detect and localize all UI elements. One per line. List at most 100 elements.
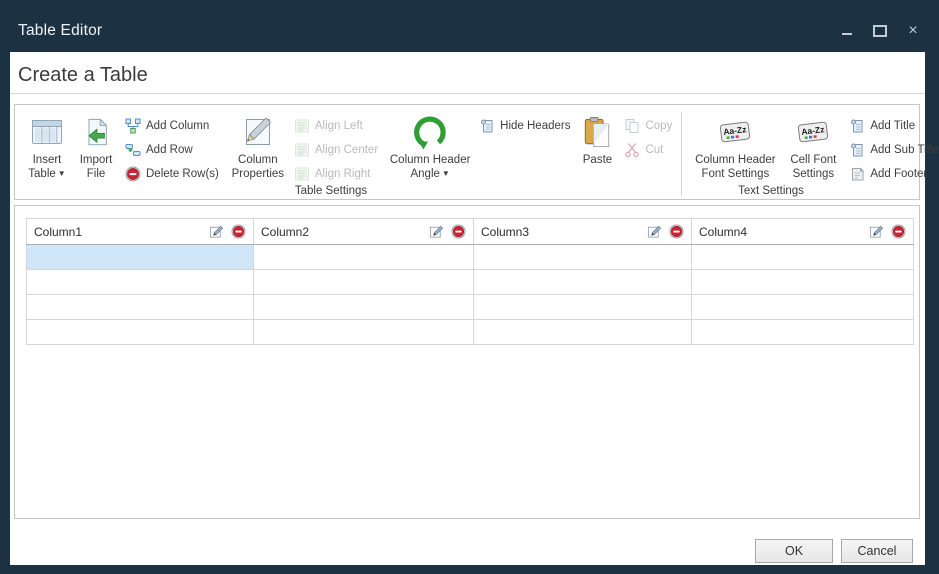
header-separator <box>10 93 925 94</box>
table-cell[interactable] <box>254 320 474 345</box>
column-header-angle-icon <box>413 110 447 154</box>
dropdown-arrow-icon: ▼ <box>442 169 450 178</box>
close-button[interactable]: × <box>903 22 923 40</box>
hide-headers-icon <box>479 118 495 134</box>
align-right-button: Align Right <box>294 162 378 186</box>
window-title: Table Editor <box>18 22 102 40</box>
column-name: Column1 <box>34 225 209 239</box>
maximize-icon <box>873 25 887 37</box>
column-name: Column3 <box>481 225 647 239</box>
copy-button: Copy <box>624 114 672 138</box>
dialog-content: Create a Table Insert Table▼ Import File <box>10 52 925 565</box>
table-row <box>27 270 914 295</box>
align-left-icon <box>294 118 310 134</box>
table-panel: Column1 Column2 Column3 Column4 <box>14 205 920 519</box>
remove-column-icon[interactable] <box>891 224 906 239</box>
column-name: Column2 <box>261 225 429 239</box>
table-cell[interactable] <box>254 270 474 295</box>
table-cell-selected[interactable] <box>27 245 254 270</box>
window-controls: × <box>837 22 923 40</box>
add-sub-title-icon <box>849 142 865 158</box>
group-label-text-settings: Text Settings <box>738 185 804 197</box>
add-title-button[interactable]: Add Title <box>849 114 938 138</box>
table-cell[interactable] <box>27 295 254 320</box>
table-cell[interactable] <box>474 295 692 320</box>
maximize-button[interactable] <box>870 22 890 40</box>
ok-button[interactable]: OK <box>755 539 833 563</box>
table-row <box>27 295 914 320</box>
table-cell[interactable] <box>474 245 692 270</box>
add-footer-button[interactable]: Add Footer <box>849 162 938 186</box>
column-header-font-settings-icon <box>718 110 752 154</box>
column-header-font-settings-button[interactable]: Column Header Font Settings <box>691 110 779 186</box>
editable-table: Column1 Column2 Column3 Column4 <box>26 218 914 345</box>
toolbar: Insert Table▼ Import File Add Column A <box>14 104 920 200</box>
paste-icon <box>582 110 612 154</box>
table-cell[interactable] <box>27 270 254 295</box>
table-cell[interactable] <box>692 245 914 270</box>
insert-table-button[interactable]: Insert Table▼ <box>25 110 69 186</box>
add-footer-icon <box>849 166 865 182</box>
add-column-button[interactable]: Add Column <box>125 114 219 138</box>
title-actions-group: Add Title Add Sub Title Add Footer <box>849 110 938 186</box>
import-file-button[interactable]: Import File <box>75 110 117 186</box>
remove-column-icon[interactable] <box>451 224 466 239</box>
align-center-icon <box>294 142 310 158</box>
table-cell[interactable] <box>254 245 474 270</box>
table-row <box>27 320 914 345</box>
edit-column-icon[interactable] <box>869 224 884 239</box>
dropdown-arrow-icon: ▼ <box>58 169 66 178</box>
hide-headers-button[interactable]: Hide Headers <box>479 114 570 138</box>
cell-font-settings-icon <box>796 110 830 154</box>
column-header[interactable]: Column2 <box>254 219 474 245</box>
headers-group: Hide Headers <box>479 110 570 138</box>
column-name: Column4 <box>699 225 869 239</box>
cell-font-settings-button[interactable]: Cell Font Settings <box>783 110 843 186</box>
delete-rows-button[interactable]: Delete Row(s) <box>125 162 219 186</box>
column-header[interactable]: Column4 <box>692 219 914 245</box>
column-properties-icon <box>241 110 275 154</box>
add-title-icon <box>849 118 865 134</box>
table-header-row: Column1 Column2 Column3 Column4 <box>27 219 914 245</box>
table-row <box>27 245 914 270</box>
edit-column-icon[interactable] <box>429 224 444 239</box>
minimize-icon <box>842 33 852 35</box>
import-file-icon <box>81 110 111 154</box>
table-cell[interactable] <box>692 295 914 320</box>
group-label-table-settings: Table Settings <box>295 185 367 197</box>
delete-rows-icon <box>125 166 141 182</box>
page-title: Create a Table <box>18 64 148 87</box>
clipboard-actions-group: Copy Cut <box>624 110 672 162</box>
add-column-icon <box>125 118 141 134</box>
table-cell[interactable] <box>254 295 474 320</box>
copy-icon <box>624 118 640 134</box>
column-header-angle-button[interactable]: Column Header Angle▼ <box>385 110 475 186</box>
close-icon: × <box>908 23 917 39</box>
cancel-button[interactable]: Cancel <box>841 539 913 563</box>
table-cell[interactable] <box>692 320 914 345</box>
remove-column-icon[interactable] <box>669 224 684 239</box>
table-editor-window: Table Editor × Create a Table Insert Tab… <box>0 0 939 574</box>
table-cell[interactable] <box>27 320 254 345</box>
table-cell[interactable] <box>692 270 914 295</box>
align-right-icon <box>294 166 310 182</box>
edit-column-icon[interactable] <box>647 224 662 239</box>
table-cell[interactable] <box>474 270 692 295</box>
titlebar[interactable]: Table Editor × <box>0 0 939 52</box>
cut-button: Cut <box>624 138 672 162</box>
add-row-icon <box>125 142 141 158</box>
align-left-button: Align Left <box>294 114 378 138</box>
edit-column-icon[interactable] <box>209 224 224 239</box>
insert-table-icon <box>29 110 65 154</box>
column-header[interactable]: Column1 <box>27 219 254 245</box>
paste-button[interactable]: Paste <box>576 110 618 186</box>
cut-icon <box>624 142 640 158</box>
table-cell[interactable] <box>474 320 692 345</box>
add-sub-title-button[interactable]: Add Sub Title <box>849 138 938 162</box>
column-properties-button[interactable]: Column Properties <box>227 110 289 186</box>
align-center-button: Align Center <box>294 138 378 162</box>
add-row-button[interactable]: Add Row <box>125 138 219 162</box>
minimize-button[interactable] <box>837 22 857 40</box>
column-header[interactable]: Column3 <box>474 219 692 245</box>
remove-column-icon[interactable] <box>231 224 246 239</box>
